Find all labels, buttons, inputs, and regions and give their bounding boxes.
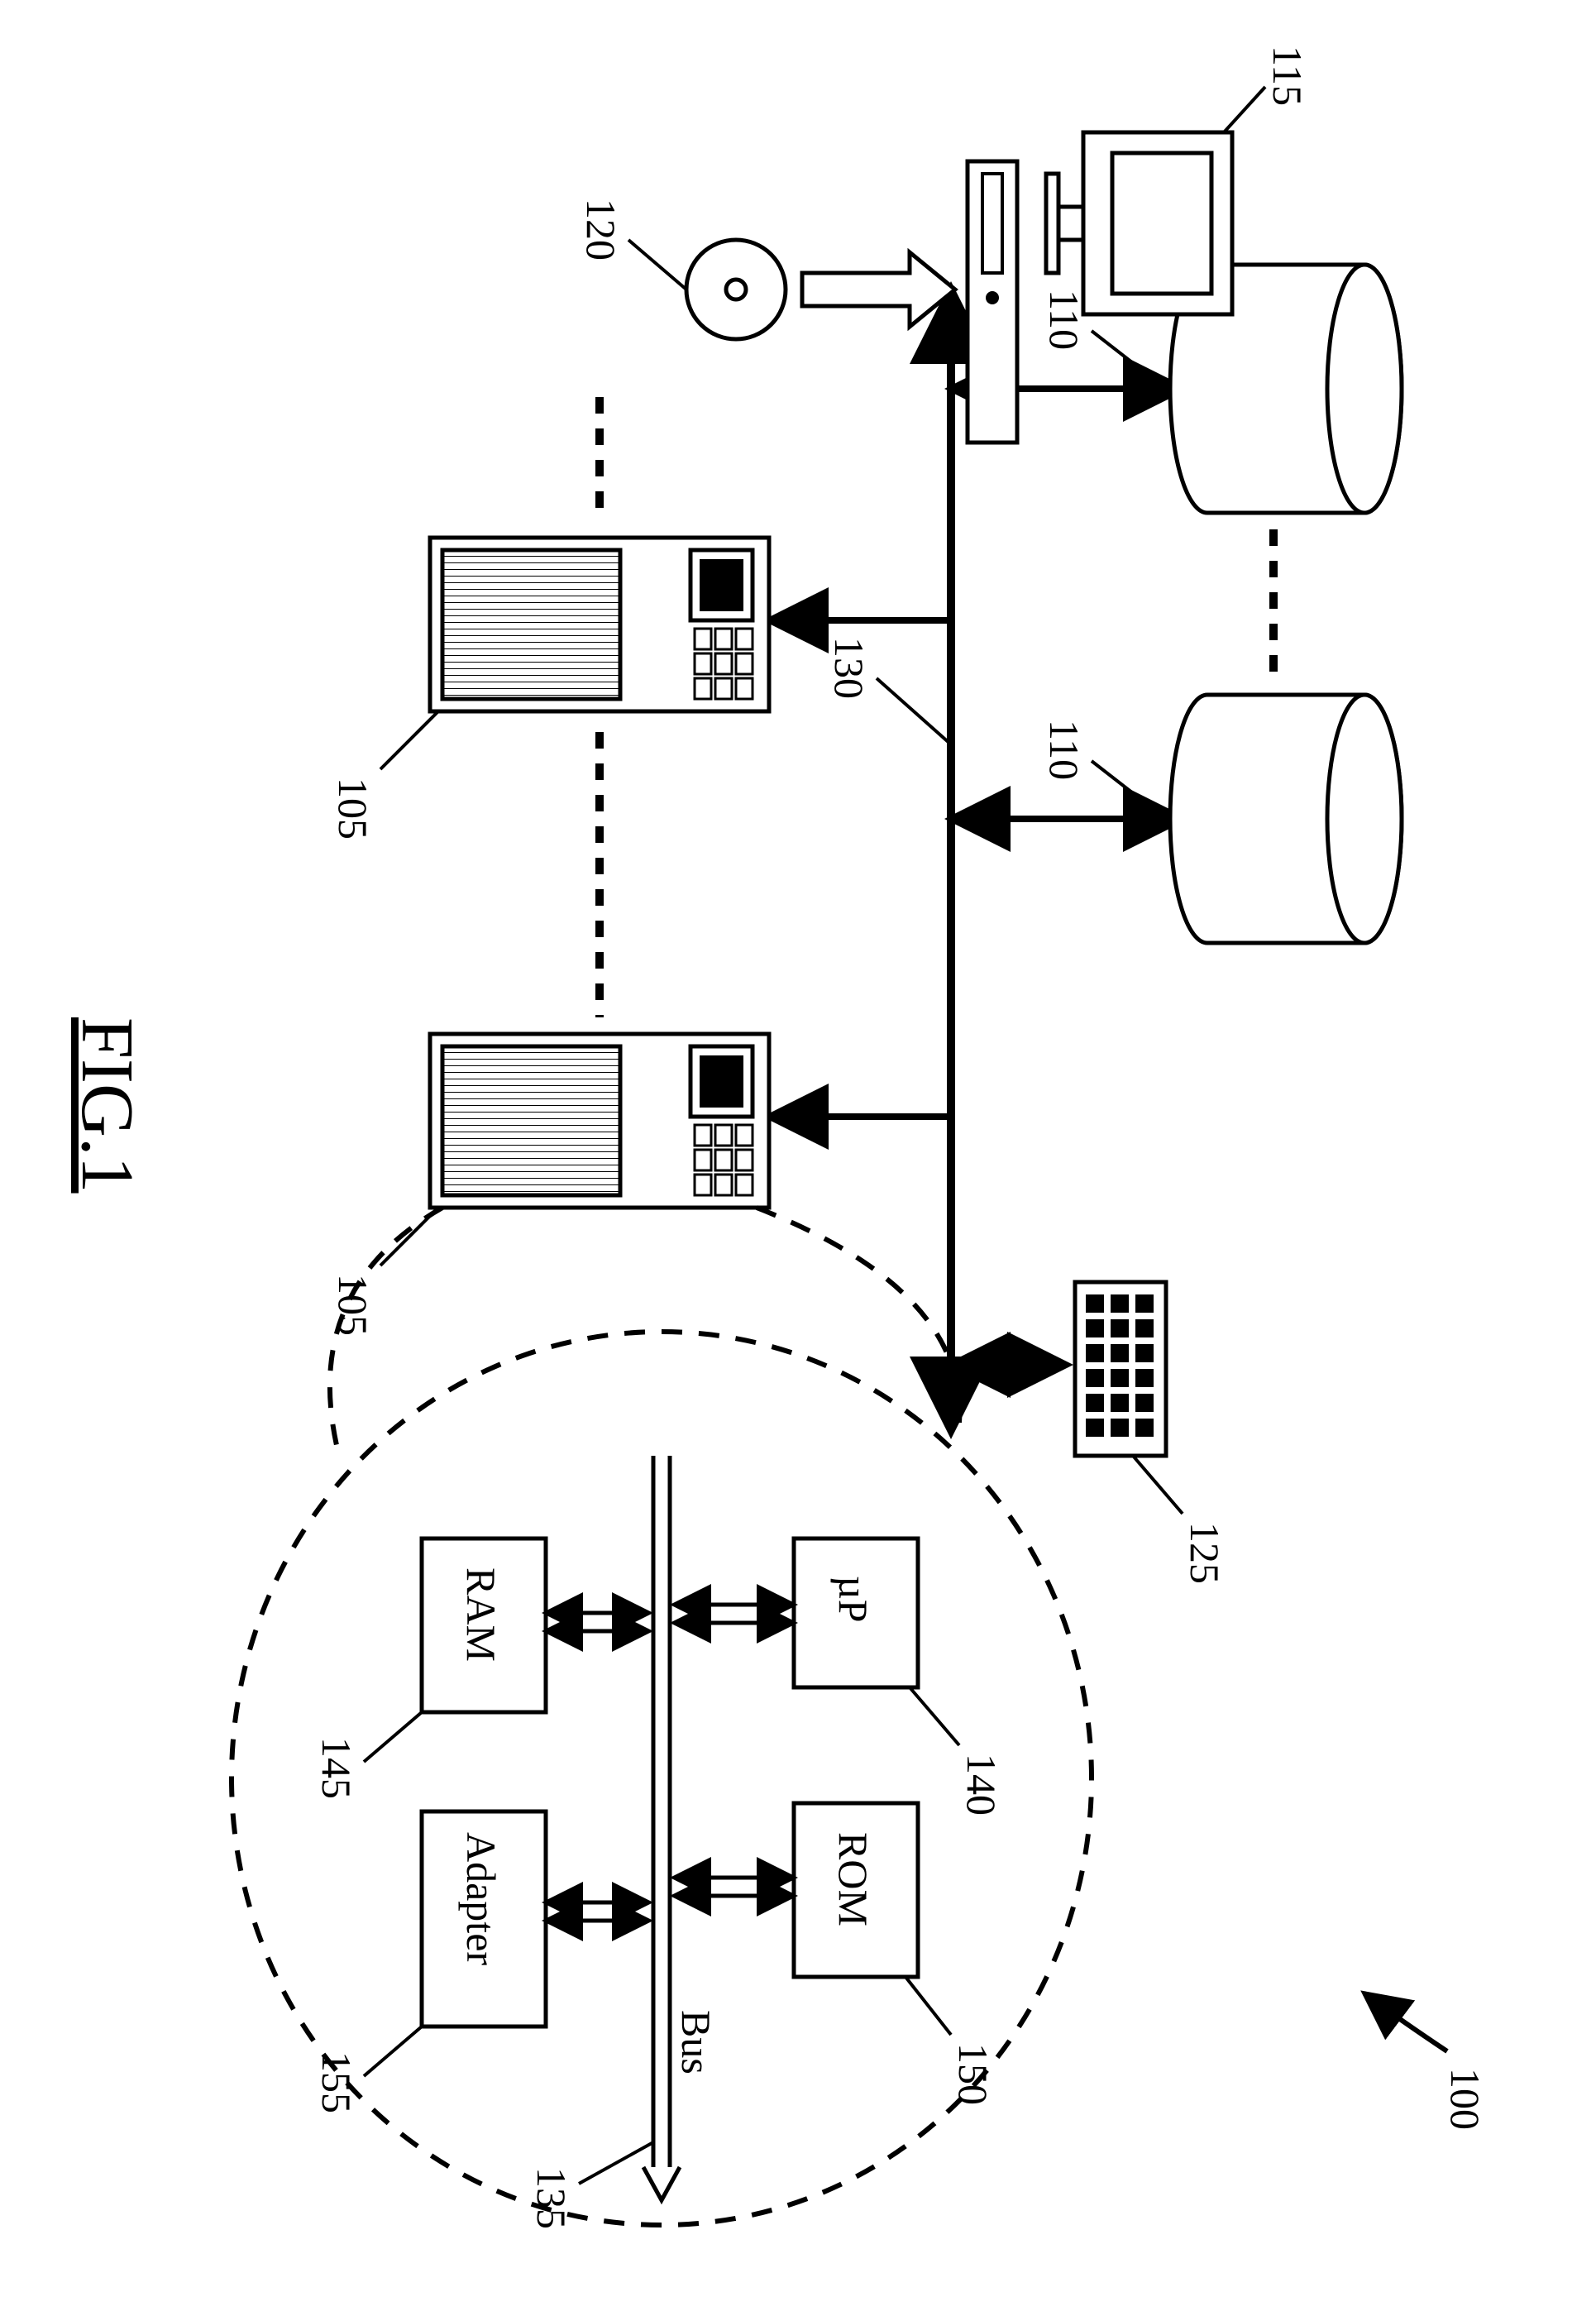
bus-label: Bus [673,2010,719,2074]
media-ref: 120 [578,199,624,261]
svg-text:µP: µP [830,1576,877,1623]
network-bus-ref: 130 [826,637,872,699]
svg-text:ROM: ROM [830,1832,877,1926]
server-b [430,1034,769,1208]
figure-caption: FIG.1 [66,1017,148,1194]
switch-ref: 125 [1182,1522,1228,1584]
media-disc [686,240,786,339]
rom-block: ROM [794,1803,918,1977]
switch [1075,1282,1166,1456]
ram-ref: 145 [313,1737,360,1799]
console [1046,132,1232,314]
cpu-block: µP [794,1538,918,1687]
ram-block: RAM [422,1538,546,1712]
rom-ref: 150 [950,2043,996,2105]
adapter-block: Adapter [422,1811,546,2026]
svg-text:Adapter: Adapter [458,1832,504,1965]
database-a-ref: 110 [1041,290,1087,350]
internal-bus-ref: 135 [528,2167,575,2229]
svg-text:RAM: RAM [458,1567,504,1662]
database-b-ref: 110 [1041,720,1087,780]
server-a [430,538,769,711]
cpu-ref: 140 [958,1754,1005,1816]
database-b [1170,695,1402,943]
server-a-ref: 105 [330,778,376,840]
figure-ref: 100 [1442,2068,1488,2130]
adapter-ref: 155 [313,2051,360,2113]
console-ref: 115 [1264,45,1311,106]
